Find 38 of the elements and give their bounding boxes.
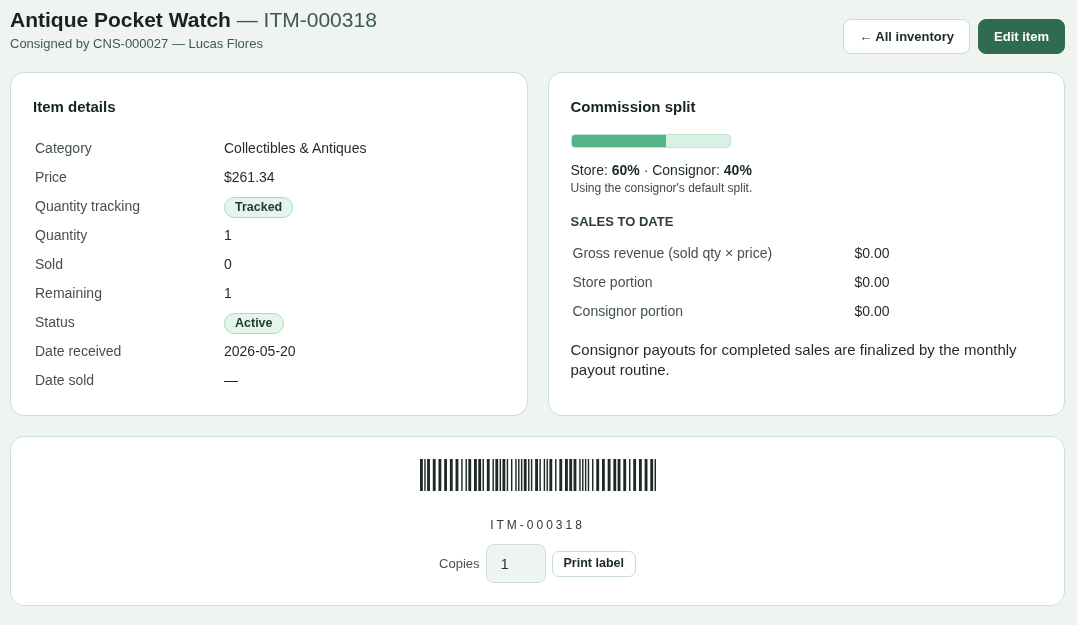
card-title: Commission split bbox=[570, 97, 697, 117]
field-label: Category bbox=[35, 139, 93, 158]
field-value: Collectibles & Antiques bbox=[224, 139, 368, 158]
field-value: 1 bbox=[224, 284, 233, 303]
back-button[interactable]: ← All inventory bbox=[843, 19, 971, 54]
field-label: Quantity tracking bbox=[35, 197, 142, 216]
barcode-text: ITM-000318 bbox=[490, 517, 585, 533]
print-label-button[interactable]: Print label bbox=[551, 550, 636, 577]
field-label: Status bbox=[35, 313, 76, 332]
field-label: Price bbox=[35, 168, 68, 187]
status-badge: Active bbox=[224, 312, 284, 334]
sales-label: Store portion bbox=[572, 273, 654, 292]
field-value: $261.34 bbox=[224, 168, 276, 187]
split-note: Using the consignor's default split. bbox=[570, 180, 754, 196]
status-badge: Tracked bbox=[224, 196, 294, 218]
field-label: Sold bbox=[35, 255, 65, 274]
split-summary: Store: 60% · Consignor: 40% bbox=[570, 161, 753, 180]
sales-value: $0.00 bbox=[854, 273, 891, 292]
sales-label: Gross revenue (sold qty × price) bbox=[572, 244, 774, 263]
page-title: Antique Pocket Watch — ITM-000318 bbox=[10, 7, 377, 33]
sales-value: $0.00 bbox=[854, 244, 891, 263]
field-label: Date sold bbox=[35, 371, 96, 390]
field-label: Date received bbox=[35, 342, 123, 361]
card-title: Item details bbox=[33, 97, 117, 117]
consignor-subtitle: Consigned by CNS-000027 — Lucas Flores bbox=[10, 35, 264, 53]
field-value: 0 bbox=[224, 255, 233, 274]
sales-value: $0.00 bbox=[854, 302, 891, 321]
payout-note: Consignor payouts for completed sales are finalized by the monthly payout routine. bbox=[570, 340, 1018, 380]
field-label: Remaining bbox=[35, 284, 103, 303]
field-label: Quantity bbox=[35, 226, 89, 245]
field-value: 2026-05-20 bbox=[224, 342, 297, 361]
sales-label: Consignor portion bbox=[572, 302, 684, 321]
copies-label: Copies bbox=[439, 554, 480, 573]
edit-button[interactable]: Edit item bbox=[978, 19, 1065, 54]
section-heading: SALES TO DATE bbox=[570, 213, 675, 231]
field-value: — bbox=[224, 371, 239, 390]
field-value: 1 bbox=[224, 226, 233, 245]
copies-input[interactable]: 1 bbox=[485, 544, 546, 583]
